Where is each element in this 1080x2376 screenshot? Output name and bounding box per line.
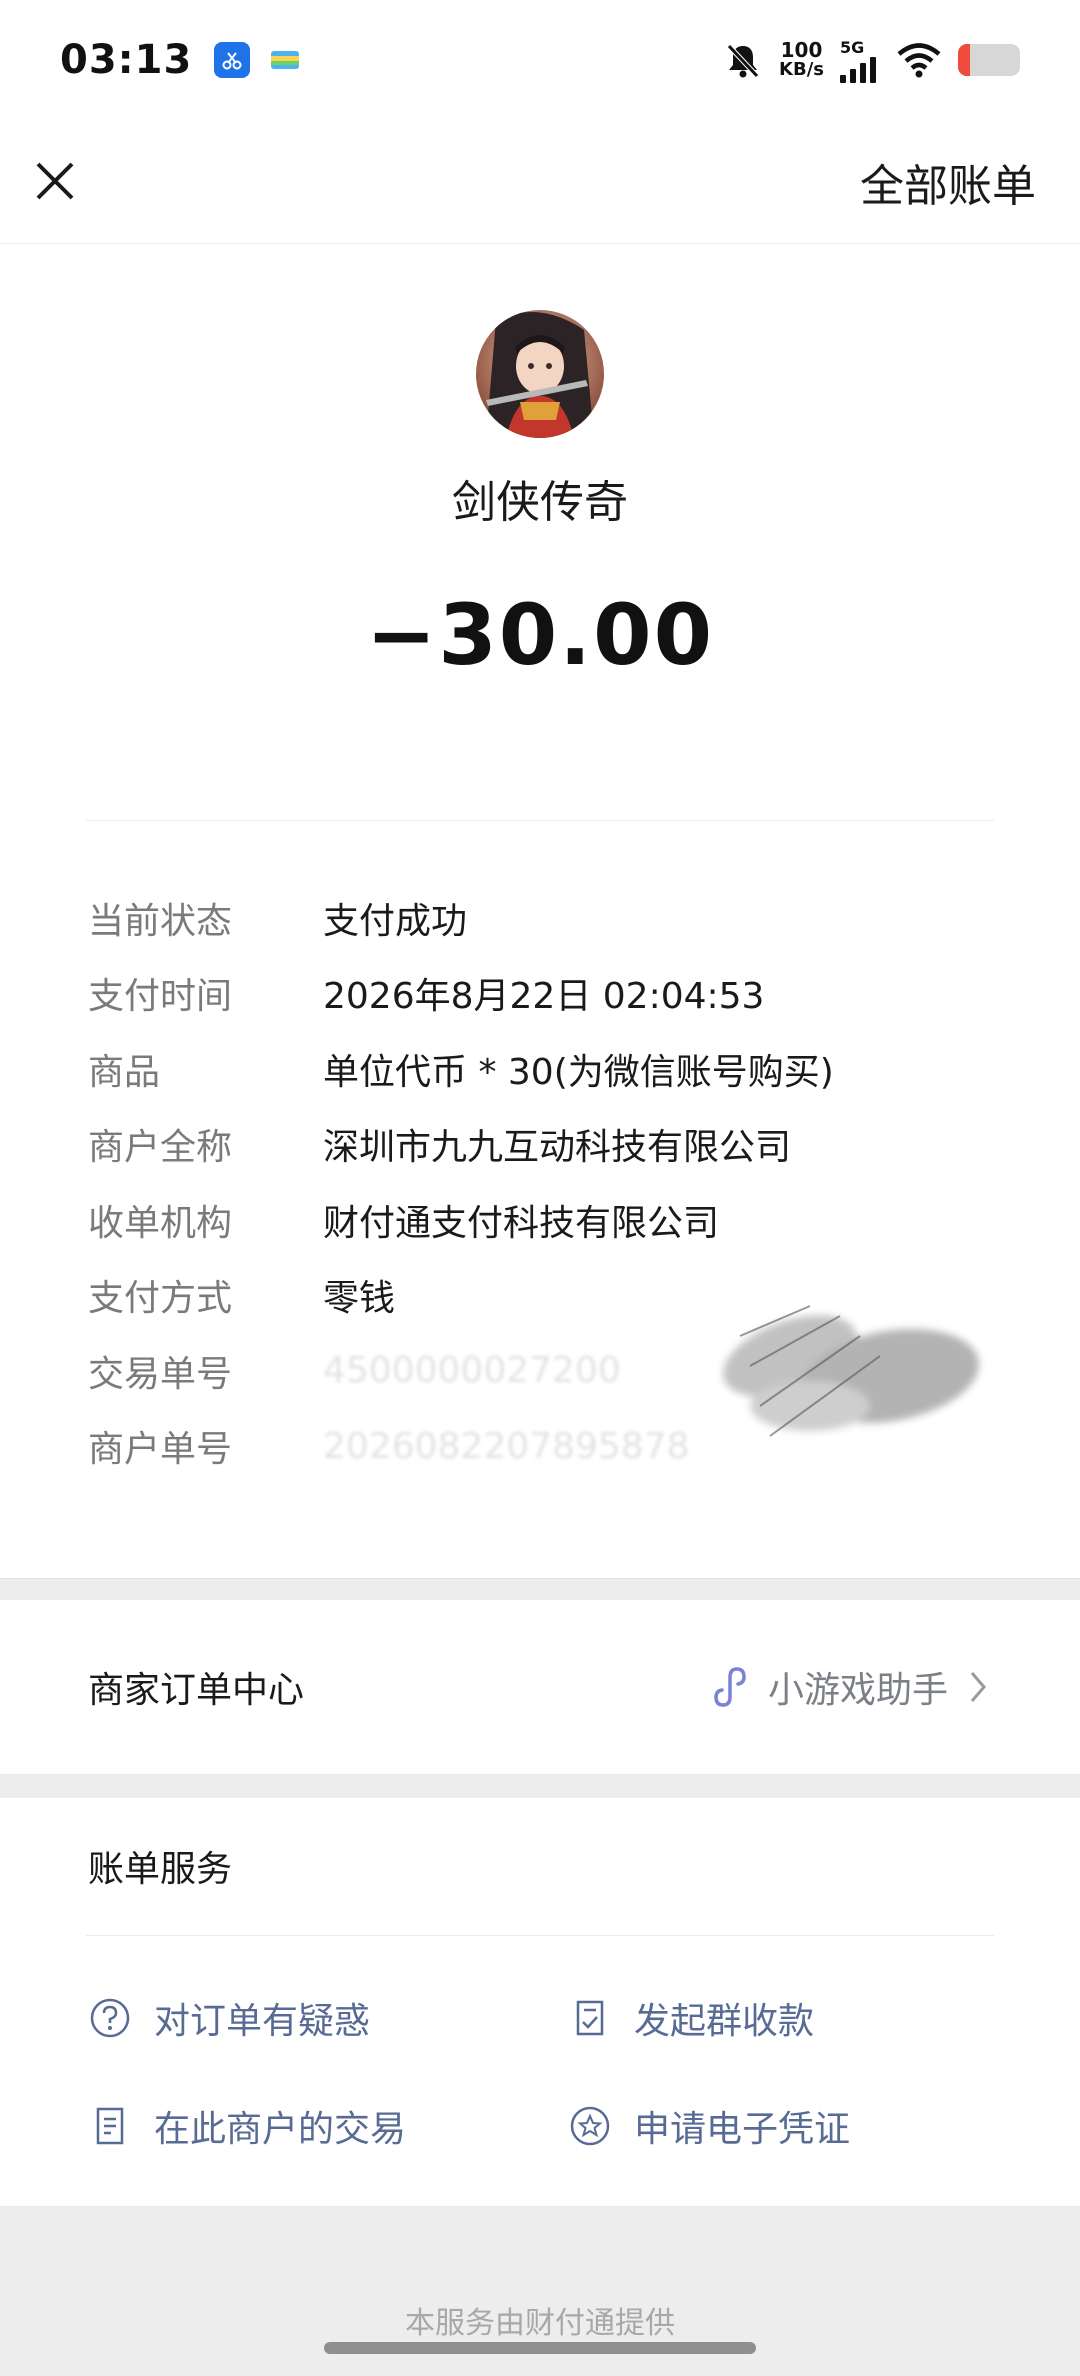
- bill-detail-page: 03:13 100 KB/s 5G 全部账单 剑侠传奇 −30.00 当前状态 …: [0, 0, 1080, 2376]
- order-center-link[interactable]: 小游戏助手: [708, 1661, 992, 1713]
- footer-provider-text: 本服务由财付通提供: [405, 2306, 675, 2341]
- cellular-block: 5G: [840, 38, 880, 83]
- detail-label: 商户单号: [88, 1429, 233, 1471]
- status-right: 100 KB/s 5G: [723, 38, 1020, 83]
- detail-row-merchant-name: 商户全称 深圳市九九互动科技有限公司: [88, 1107, 1008, 1183]
- e-receipt-label: 申请电子凭证: [634, 2109, 851, 2150]
- detail-value: 深圳市九九互动科技有限公司: [323, 1127, 792, 1169]
- group-collect-label: 发起群收款: [634, 2001, 815, 2042]
- divider: [86, 820, 994, 821]
- bill-services-title: 账单服务: [88, 1849, 233, 1890]
- detail-row-status: 当前状态 支付成功: [88, 880, 1008, 956]
- detail-value: 单位代币 * 30(为微信账号购买): [323, 1051, 834, 1093]
- chevron-right-icon: [970, 1672, 986, 1702]
- merchant-transactions-button[interactable]: 在此商户的交易: [88, 2100, 406, 2152]
- battery-fill: [958, 44, 971, 76]
- section-separator: [0, 1578, 1080, 1600]
- payment-amount: −30.00: [365, 586, 715, 684]
- detail-row-acquirer: 收单机构 财付通支付科技有限公司: [88, 1182, 1008, 1258]
- detail-label: 支付方式: [88, 1278, 233, 1320]
- merchant-name: 剑侠传奇: [452, 477, 628, 528]
- merchant-transactions-label: 在此商户的交易: [154, 2109, 407, 2150]
- speed-unit: KB/s: [779, 59, 824, 80]
- merchant-order-center[interactable]: 商家订单中心 小游戏助手: [0, 1600, 1080, 1774]
- wallet-app-icon: [271, 51, 300, 69]
- question-order-button[interactable]: 对订单有疑惑: [88, 1992, 370, 2044]
- mini-program-icon: [714, 1667, 746, 1707]
- question-order-label: 对订单有疑惑: [154, 2001, 371, 2042]
- detail-value-masked[interactable]: 2026082207895878: [323, 1426, 689, 1467]
- detail-value: 财付通支付科技有限公司: [323, 1202, 720, 1244]
- battery-icon: [958, 44, 1020, 76]
- scissors-app-icon: [214, 42, 251, 78]
- status-time: 03:13: [60, 37, 193, 83]
- detail-row-product: 商品 单位代币 * 30(为微信账号购买): [88, 1031, 1008, 1107]
- section-separator: [0, 1774, 1080, 1798]
- close-icon[interactable]: [30, 156, 80, 206]
- detail-row-time: 支付时间 2026年8月22日 02:04:53: [88, 956, 1008, 1032]
- detail-label: 收单机构: [88, 1202, 233, 1244]
- speed-value: 100: [780, 38, 823, 62]
- star-badge-icon: [570, 2106, 610, 2146]
- wifi-icon: [897, 43, 941, 78]
- detail-label: 交易单号: [88, 1353, 233, 1395]
- redaction-scribble: [723, 1305, 979, 1437]
- detail-value: 2026年8月22日 02:04:53: [323, 976, 765, 1018]
- detail-value: 零钱: [323, 1278, 396, 1320]
- merchant-avatar: [476, 310, 604, 438]
- detail-value-masked[interactable]: 4500000027200: [323, 1350, 621, 1391]
- group-collect-icon: [576, 2000, 604, 2036]
- network-type: 5G: [840, 37, 865, 57]
- home-indicator[interactable]: [324, 2342, 756, 2354]
- group-collect-button[interactable]: 发起群收款: [568, 1992, 814, 2044]
- detail-label: 商户全称: [88, 1127, 233, 1169]
- network-speed: 100 KB/s: [779, 40, 824, 80]
- order-center-link-label: 小游戏助手: [767, 1670, 948, 1711]
- mute-bell-icon: [727, 44, 759, 78]
- document-icon: [96, 2107, 124, 2145]
- e-receipt-button[interactable]: 申请电子凭证: [568, 2100, 850, 2152]
- detail-value: 支付成功: [323, 900, 468, 942]
- detail-label: 商品: [88, 1051, 161, 1093]
- order-center-title: 商家订单中心: [88, 1670, 305, 1711]
- detail-label: 当前状态: [88, 900, 233, 942]
- detail-label: 支付时间: [88, 976, 233, 1018]
- status-bar: 03:13 100 KB/s 5G: [0, 0, 1080, 120]
- divider: [86, 1935, 994, 1936]
- question-icon: [90, 1998, 130, 2038]
- all-bills-link[interactable]: 全部账单: [860, 150, 1036, 214]
- signal-bars-icon: [840, 56, 876, 83]
- top-navigation: 全部账单: [0, 120, 1080, 244]
